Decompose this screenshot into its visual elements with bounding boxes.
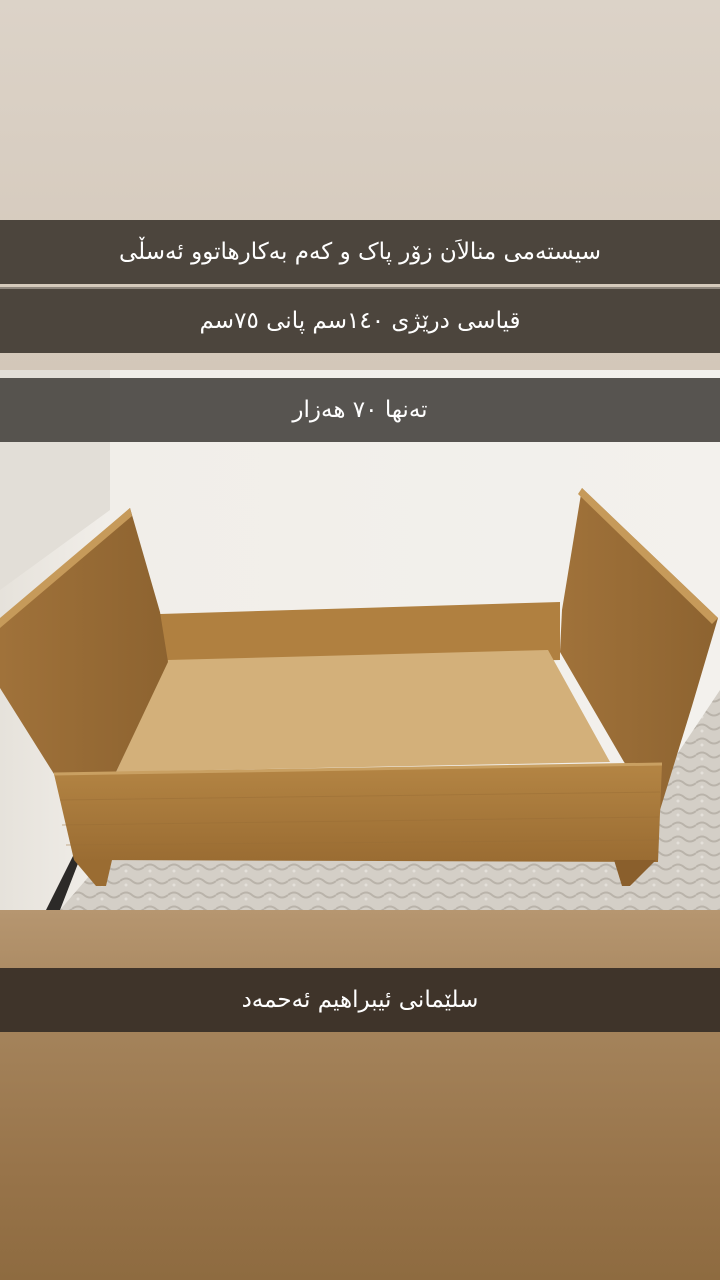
price-caption: تەنها ٧٠ هەزار [0, 378, 720, 442]
bed-front-panel [54, 764, 662, 862]
bed-photo-illustration [0, 370, 720, 910]
caption-line-2: قیاسی درێژی ١٤٠سم پانی ٧٥سم [0, 289, 720, 353]
caption-line-1-text: سیستەمی منالاَن زۆر پاک و کەم بەکارهاتوو… [119, 239, 602, 265]
bed-base-board [116, 650, 610, 772]
story-background-bottom [0, 910, 720, 1280]
product-photo [0, 370, 720, 910]
location-caption: سلێمانی ئیبراهیم ئەحمەد [0, 968, 720, 1032]
caption-line-1: سیستەمی منالاَن زۆر پاک و کەم بەکارهاتوو… [0, 220, 720, 284]
price-caption-text: تەنها ٧٠ هەزار [292, 397, 428, 423]
caption-line-2-text: قیاسی درێژی ١٤٠سم پانی ٧٥سم [199, 308, 521, 334]
location-caption-text: سلێمانی ئیبراهیم ئەحمەد [241, 987, 479, 1013]
